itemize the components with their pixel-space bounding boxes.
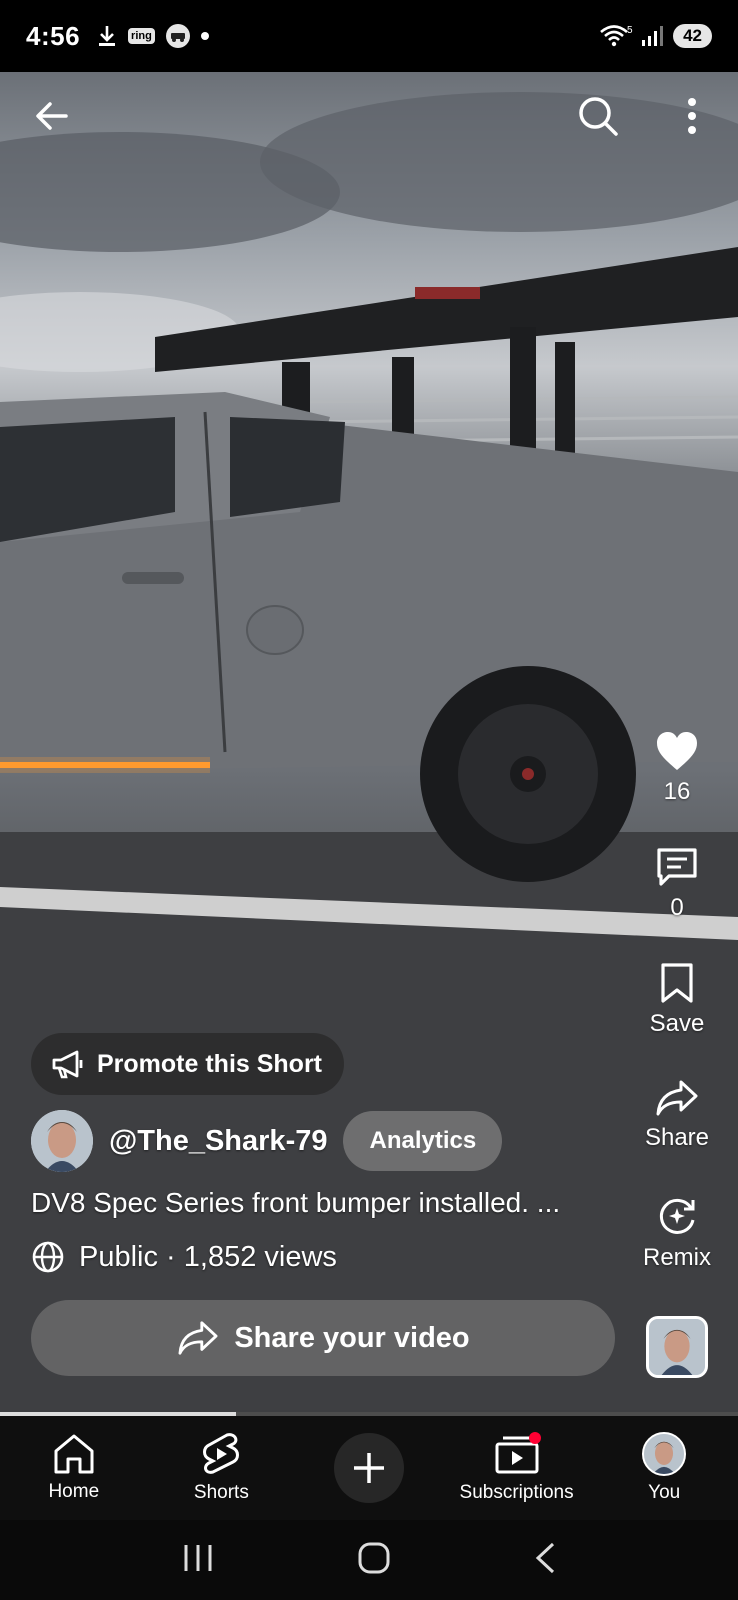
share-video-label: Share your video: [234, 1321, 470, 1354]
nav-you-label: You: [648, 1482, 681, 1503]
nav-subscriptions[interactable]: Subscriptions: [447, 1432, 587, 1504]
share-button[interactable]: Share: [645, 1078, 709, 1194]
back-button[interactable]: [22, 86, 82, 146]
sound-thumbnail[interactable]: [646, 1316, 708, 1378]
subscriptions-icon: [495, 1432, 541, 1474]
share-your-video-button[interactable]: Share your video: [31, 1300, 615, 1376]
nav-shorts[interactable]: Shorts: [151, 1432, 291, 1504]
system-navigation-bar: [0, 1520, 738, 1600]
megaphone-icon: [52, 1050, 83, 1079]
signal-icon: [641, 24, 665, 48]
nav-you[interactable]: You: [594, 1432, 734, 1504]
visibility-views: Public · 1,852 views: [79, 1240, 337, 1273]
search-icon: [579, 97, 618, 136]
status-system-icons: 5 42: [599, 23, 712, 49]
more-options-button[interactable]: [662, 86, 722, 146]
person-photo-icon: [31, 1110, 93, 1172]
bookmark-icon: [661, 963, 693, 1003]
battery-indicator: 42: [673, 24, 712, 48]
like-button[interactable]: 16: [655, 730, 699, 846]
home-system-button[interactable]: [357, 1541, 391, 1580]
action-rail: 16 0 Save Share Remix: [632, 730, 722, 1310]
comment-count: 0: [670, 894, 684, 921]
analytics-button[interactable]: Analytics: [343, 1111, 503, 1171]
plus-icon: [353, 1453, 384, 1483]
system-back-button[interactable]: [533, 1541, 557, 1580]
status-notification-icons: ring: [96, 23, 209, 49]
nav-home-label: Home: [48, 1481, 100, 1502]
video-description[interactable]: DV8 Spec Series front bumper installed. …: [31, 1187, 621, 1219]
promote-short-button[interactable]: Promote this Short: [31, 1033, 345, 1095]
nav-create[interactable]: [299, 1433, 439, 1503]
vehicle-app-icon: [165, 23, 191, 49]
share-icon: [178, 1321, 218, 1355]
remix-button[interactable]: Remix: [643, 1194, 711, 1310]
more-vert-icon: [688, 98, 696, 134]
share-label: Share: [644, 1124, 710, 1151]
channel-row: @The_Shark-79 Analytics: [31, 1110, 503, 1172]
search-button[interactable]: [568, 86, 628, 146]
nav-home[interactable]: Home: [4, 1433, 144, 1503]
remix-label: Remix: [642, 1244, 711, 1271]
save-label: Save: [649, 1010, 705, 1037]
status-time: 4:56: [26, 20, 81, 51]
nav-subscriptions-label: Subscriptions: [459, 1482, 574, 1503]
you-avatar: [642, 1432, 687, 1476]
arrow-left-icon: [36, 102, 68, 130]
ring-app-icon: ring: [128, 28, 155, 44]
recent-apps-icon: [184, 1544, 212, 1571]
wifi-icon: 5: [599, 23, 633, 49]
more-notifications-dot: [200, 32, 209, 40]
share-icon: [656, 1080, 698, 1116]
comments-button[interactable]: 0: [655, 846, 699, 962]
recent-apps-button[interactable]: [181, 1543, 215, 1578]
like-count: 16: [663, 778, 691, 805]
home-icon: [54, 1434, 94, 1474]
home-circle-icon: [358, 1542, 390, 1573]
person-photo-icon: [644, 1434, 685, 1474]
person-photo-icon: [649, 1319, 705, 1375]
download-icon: [96, 24, 118, 48]
visibility-row: Public · 1,852 views: [31, 1240, 337, 1274]
globe-icon: [32, 1241, 64, 1273]
remix-icon: [659, 1198, 695, 1234]
channel-handle[interactable]: @The_Shark-79: [109, 1125, 327, 1158]
promote-label: Promote this Short: [97, 1049, 323, 1078]
save-button[interactable]: Save: [649, 962, 705, 1078]
heart-icon: [657, 732, 697, 770]
nav-shorts-label: Shorts: [193, 1482, 249, 1503]
chevron-left-icon: [535, 1542, 555, 1573]
create-button[interactable]: [333, 1433, 404, 1503]
comment-icon: [657, 848, 697, 886]
status-bar: 4:56 ring 5 42: [0, 0, 738, 72]
network-type-label: 5: [627, 25, 633, 36]
shorts-icon: [203, 1433, 240, 1474]
channel-avatar[interactable]: [31, 1110, 93, 1172]
bottom-navigation: Home Shorts Subscriptions You: [0, 1416, 738, 1520]
